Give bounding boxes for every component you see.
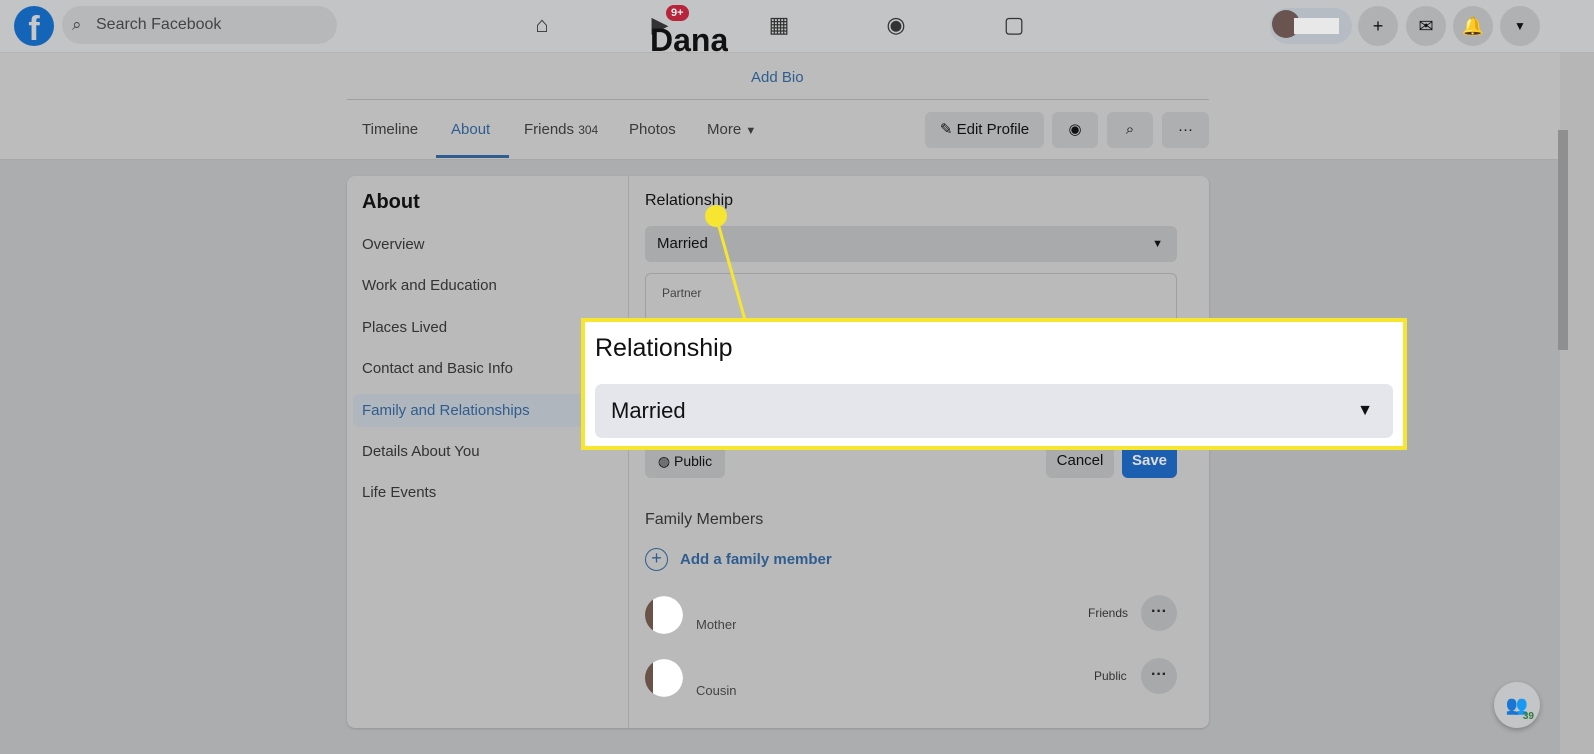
online-count: 39 bbox=[1522, 711, 1534, 722]
callout-label: Relationship bbox=[595, 334, 733, 362]
caret-down-icon: ▼ bbox=[1357, 402, 1373, 419]
callout-value: Married bbox=[611, 398, 686, 423]
callout-dot bbox=[705, 205, 727, 227]
scrollbar-thumb[interactable] bbox=[1558, 130, 1568, 350]
callout-select: Married ▼ bbox=[595, 384, 1393, 438]
contacts-button[interactable]: 👥 39 bbox=[1494, 682, 1540, 728]
zoom-callout: Relationship Married ▼ bbox=[581, 318, 1407, 450]
